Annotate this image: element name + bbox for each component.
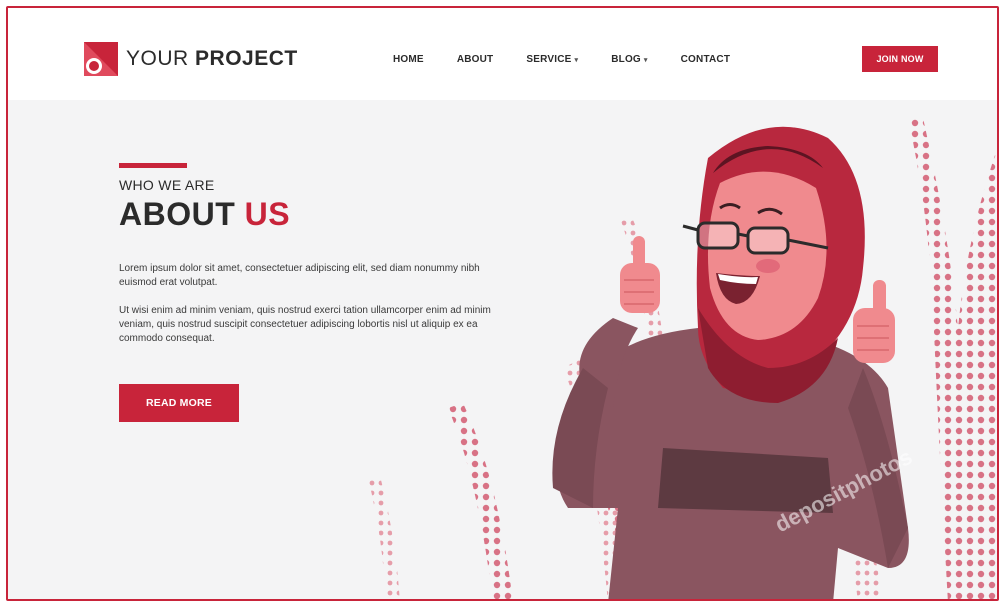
nav-service[interactable]: SERVICE ▾ [526,54,578,65]
section-accent-line [119,163,187,168]
body-paragraph: Ut wisi enim ad minim veniam, quis nostr… [119,305,491,344]
header-bar: YOUR PROJECT HOME ABOUT SERVICE ▾ BLOG ▾ C… [8,8,997,100]
nav-about[interactable]: ABOUT [457,54,494,65]
join-now-button[interactable]: JOIN NOW [862,46,938,72]
logo-mark-icon [84,42,118,76]
nav-contact[interactable]: CONTACT [681,54,731,65]
page-title: ABOUT US [119,196,291,232]
brand-name: YOUR PROJECT [126,47,298,70]
section-eyebrow: WHO WE ARE [119,177,215,193]
nav-home[interactable]: HOME [393,54,424,65]
chevron-down-icon: ▾ [643,56,648,64]
chevron-down-icon: ▾ [574,56,579,64]
intro-paragraph: Lorem ipsum dolor sit amet, consectetuer… [119,263,480,288]
nav-blog[interactable]: BLOG ▾ [611,54,647,65]
watermark: depositphotos [770,443,917,538]
read-more-button[interactable]: READ MORE [119,384,239,422]
main-nav: HOME ABOUT SERVICE ▾ BLOG ▾ CONTACT [393,54,763,65]
left-hand [620,236,660,313]
landing-page-frame: YOUR PROJECT HOME ABOUT SERVICE ▾ BLOG ▾ C… [6,6,999,601]
glasses [682,221,829,255]
brand-logo[interactable]: YOUR PROJECT [84,42,298,76]
right-hand [853,280,895,363]
dot-pattern-decoration [368,118,997,599]
